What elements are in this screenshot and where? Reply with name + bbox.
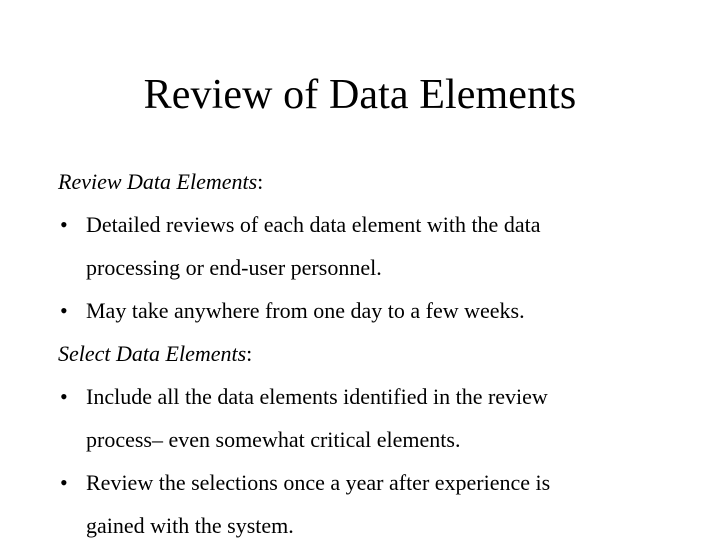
section-heading-text: Select Data Elements bbox=[58, 341, 247, 366]
list-item: • Include all the data elements identifi… bbox=[54, 375, 668, 418]
section-heading-review-data-elements: Review Data Elements: bbox=[54, 160, 668, 203]
section-heading-select-data-elements: Select Data Elements: bbox=[54, 332, 668, 375]
list-item-line-1: Include all the data elements identified… bbox=[86, 384, 548, 409]
list-item-continuation: processing or end-user personnel. bbox=[86, 255, 382, 280]
presentation-slide: Review of Data Elements Review Data Elem… bbox=[0, 0, 720, 540]
page-title: Review of Data Elements bbox=[143, 72, 577, 118]
bullet-icon: • bbox=[60, 470, 68, 495]
section-heading-colon: : bbox=[257, 169, 264, 194]
bullet-icon: • bbox=[60, 384, 68, 409]
list-item-line-1: Review the selections once a year after … bbox=[86, 470, 551, 495]
list-item-line-1: May take anywhere from one day to a few … bbox=[86, 298, 525, 323]
list-item: • May take anywhere from one day to a fe… bbox=[54, 289, 668, 332]
bullet-icon: • bbox=[60, 212, 68, 237]
list-item: • Detailed reviews of each data element … bbox=[54, 203, 668, 246]
list-item: • Review the selections once a year afte… bbox=[54, 461, 668, 504]
list-item-line-1: Detailed reviews of each data element wi… bbox=[86, 212, 541, 237]
slide-body-content: Review Data Elements: • Detailed reviews… bbox=[54, 160, 668, 547]
section-heading-text: Review Data Elements bbox=[58, 169, 258, 194]
list-item-continuation: process– even somewhat critical elements… bbox=[86, 427, 461, 452]
list-item-continuation: gained with the system. bbox=[86, 513, 294, 538]
section-heading-colon: : bbox=[246, 341, 253, 366]
bullet-icon: • bbox=[60, 298, 68, 323]
